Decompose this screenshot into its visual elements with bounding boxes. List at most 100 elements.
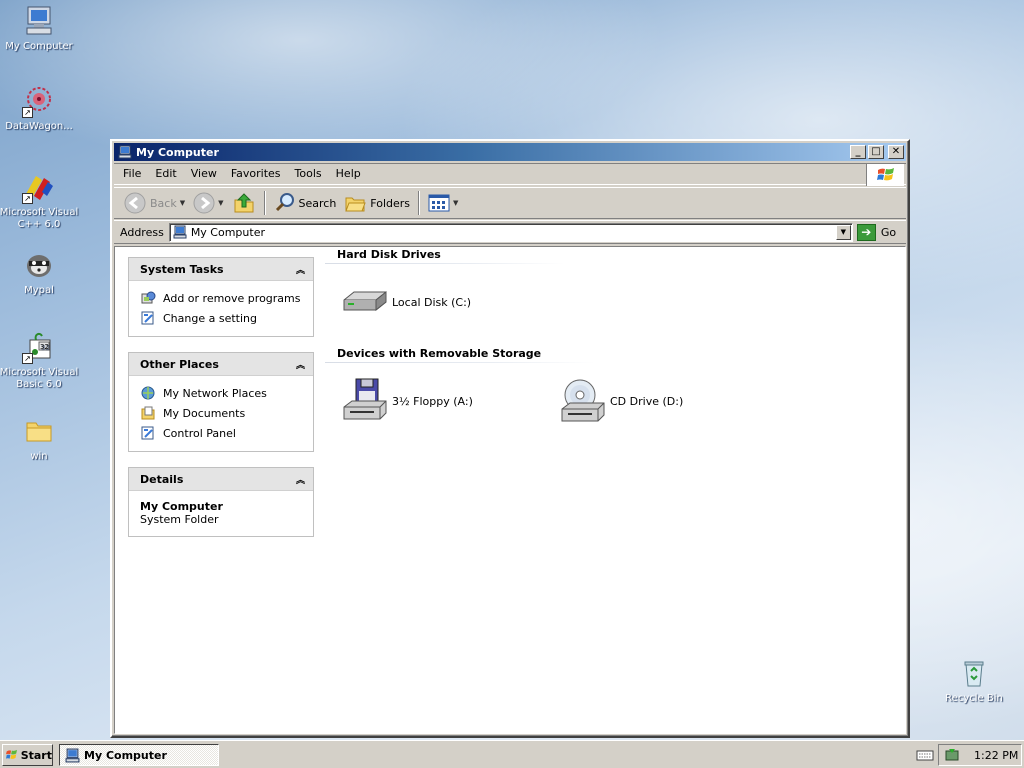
drive-label: 3½ Floppy (A:) <box>392 394 473 408</box>
details-title: Details <box>140 472 184 486</box>
my-network-places-link[interactable]: My Network Places <box>140 383 303 403</box>
address-label: Address <box>120 225 164 239</box>
cd-drive-icon <box>561 379 605 422</box>
back-dropdown-icon[interactable]: ▼ <box>180 199 185 207</box>
details-item-name: My Computer <box>140 500 223 513</box>
details-item-type: System Folder <box>140 513 219 526</box>
desktop-icon-label: Microsoft Visual C++ 6.0 <box>0 207 79 230</box>
folders-button[interactable]: Folders <box>340 190 414 216</box>
desktop-icon-datawagon[interactable]: ↗ DataWagon... <box>0 84 79 133</box>
datawagon-icon: ↗ <box>22 84 56 118</box>
change-setting-link[interactable]: Change a setting <box>140 308 303 328</box>
taskbar-my-computer-button[interactable]: My Computer <box>59 744 219 766</box>
svg-text:32: 32 <box>40 343 49 351</box>
desktop-icon-visual-basic[interactable]: 32 ↗ Microsoft Visual Basic 6.0 <box>0 330 79 391</box>
desktop-icon-label: DataWagon... <box>5 121 73 132</box>
add-remove-programs-link[interactable]: Add or remove programs <box>140 288 303 308</box>
maximize-icon: □ <box>871 146 881 157</box>
my-computer-icon <box>65 748 80 762</box>
start-label: Start <box>20 748 52 762</box>
folders-icon <box>345 197 367 212</box>
safely-remove-hardware-icon[interactable] <box>944 747 960 763</box>
collapse-chevron-icon[interactable]: ︽ <box>296 358 305 371</box>
my-computer-icon <box>173 225 187 239</box>
collapse-chevron-icon[interactable]: ︽ <box>296 263 305 276</box>
minimize-button[interactable]: _ <box>850 145 866 159</box>
system-tasks-header[interactable]: System Tasks ︽ <box>129 258 313 281</box>
desktop-icon-recycle-bin[interactable]: Recycle Bin <box>934 656 1014 705</box>
shortcut-arrow-icon: ↗ <box>22 193 33 204</box>
views-button[interactable]: ▼ <box>424 190 462 216</box>
menu-favorites[interactable]: Favorites <box>224 167 288 180</box>
windows-logo-icon <box>866 164 904 186</box>
menu-tools[interactable]: Tools <box>288 167 329 180</box>
desktop-icon-my-computer[interactable]: My Computer <box>0 4 79 53</box>
up-folder-button[interactable] <box>228 190 260 216</box>
visual-basic-icon: 32 ↗ <box>22 330 56 364</box>
recycle-bin-icon <box>957 656 991 690</box>
my-computer-icon <box>22 4 56 38</box>
forward-button[interactable]: ▼ <box>189 190 227 216</box>
section-divider <box>325 362 595 363</box>
maximize-button[interactable]: □ <box>868 145 884 159</box>
go-arrow-icon: ➔ <box>856 223 876 241</box>
keyboard-icon[interactable] <box>916 747 934 763</box>
menu-edit[interactable]: Edit <box>148 167 183 180</box>
drive-cd-d[interactable]: CD Drive (D:) <box>558 377 683 425</box>
task-link-label: Change a setting <box>163 311 257 325</box>
control-panel-icon <box>141 426 154 440</box>
go-label: Go <box>880 225 897 239</box>
other-places-header[interactable]: Other Places ︽ <box>129 353 313 376</box>
my-documents-link[interactable]: My Documents <box>140 403 303 423</box>
taskbar: Start My Computer 1:22 PM <box>0 740 1024 768</box>
desktop-icon-visual-cpp[interactable]: ↗ Microsoft Visual C++ 6.0 <box>0 170 79 231</box>
collapse-chevron-icon[interactable]: ︽ <box>296 473 305 486</box>
shortcut-arrow-icon: ↗ <box>22 107 33 118</box>
drive-floppy-a[interactable]: 3½ Floppy (A:) <box>340 377 473 425</box>
address-input[interactable]: My Computer ▼ <box>168 222 853 242</box>
hard-disk-icon <box>343 290 387 312</box>
drive-local-disk-c[interactable]: Local Disk (C:) <box>340 278 471 326</box>
system-tasks-panel: System Tasks ︽ Add or remove programs Ch… <box>128 257 314 337</box>
folders-label: Folders <box>370 196 411 210</box>
other-places-panel: Other Places ︽ My Network Places My Docu… <box>128 352 314 452</box>
views-dropdown-icon[interactable]: ▼ <box>453 199 458 207</box>
desktop-icon-label: Recycle Bin <box>945 693 1003 704</box>
control-panel-icon <box>141 311 154 325</box>
desktop-icon-mypal[interactable]: Mypal <box>0 248 79 297</box>
task-link-label: My Network Places <box>163 386 267 400</box>
folder-icon <box>22 414 56 448</box>
my-computer-window[interactable]: My Computer _ □ ✕ File Edit View Favorit… <box>110 139 910 738</box>
add-remove-programs-icon <box>141 291 156 304</box>
task-link-label: Control Panel <box>163 426 236 440</box>
task-link-label: My Documents <box>163 406 246 420</box>
windows-flag-icon <box>6 749 17 759</box>
menu-view[interactable]: View <box>184 167 224 180</box>
address-value: My Computer <box>190 225 265 239</box>
visual-cpp-icon: ↗ <box>22 170 56 204</box>
forward-dropdown-icon[interactable]: ▼ <box>218 199 223 207</box>
clock[interactable]: 1:22 PM <box>974 749 1018 762</box>
task-link-label: Add or remove programs <box>163 291 301 305</box>
close-button[interactable]: ✕ <box>888 145 904 159</box>
search-button[interactable]: Search <box>270 190 341 216</box>
system-tray: 1:22 PM <box>938 744 1022 766</box>
go-button[interactable]: ➔ Go <box>856 223 897 241</box>
address-bar: Address My Computer ▼ ➔ Go <box>114 220 906 244</box>
other-places-title: Other Places <box>140 357 219 371</box>
title-bar[interactable]: My Computer _ □ ✕ <box>114 143 906 161</box>
drive-label: CD Drive (D:) <box>610 394 684 408</box>
desktop-icon-label: My Computer <box>5 41 73 52</box>
menu-file[interactable]: File <box>114 167 148 180</box>
back-button[interactable]: Back ▼ <box>120 190 189 216</box>
minimize-icon: _ <box>855 146 861 157</box>
menu-help[interactable]: Help <box>329 167 368 180</box>
address-dropdown-button[interactable]: ▼ <box>835 224 851 240</box>
system-tasks-title: System Tasks <box>140 262 224 276</box>
details-header[interactable]: Details ︽ <box>129 468 313 491</box>
hard-disk-drives-heading: Hard Disk Drives <box>337 248 441 261</box>
control-panel-link[interactable]: Control Panel <box>140 423 303 443</box>
start-button[interactable]: Start <box>2 744 53 766</box>
desktop-icon-win-folder[interactable]: win <box>0 414 79 463</box>
desktop-icon-label: win <box>30 451 48 462</box>
